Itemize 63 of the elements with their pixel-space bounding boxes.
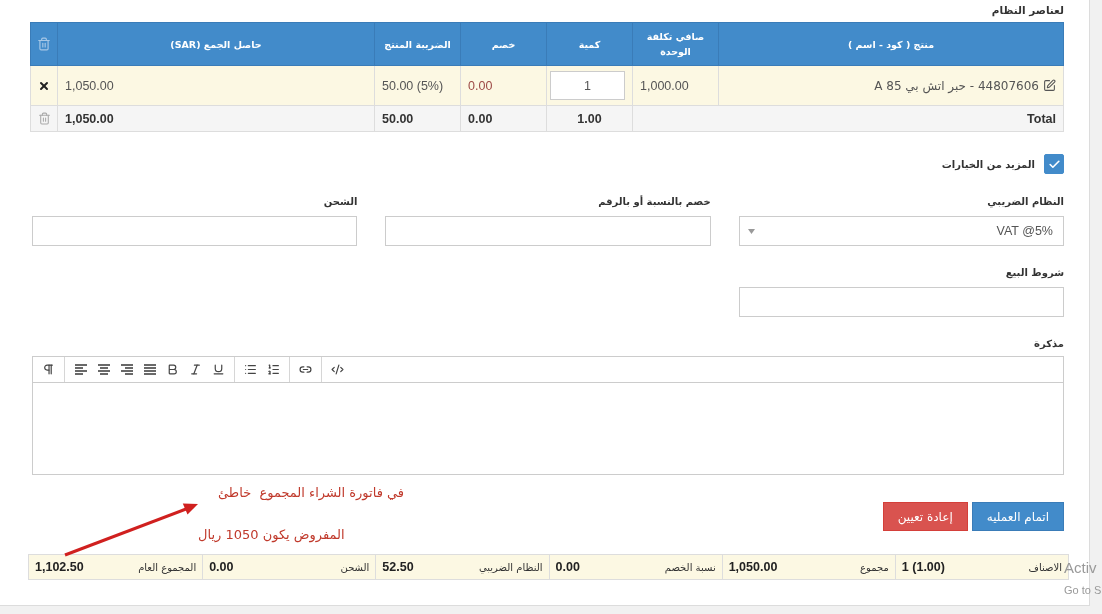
summary-label: نسبة الخصم bbox=[664, 561, 716, 573]
column-header: كمية bbox=[546, 22, 633, 66]
summary-label: المجموع العام bbox=[138, 561, 197, 573]
summary-value: 52.50 bbox=[382, 560, 414, 574]
column-header: الضريبة المنتج bbox=[374, 22, 461, 66]
numbered-list-icon bbox=[267, 363, 280, 376]
bullet-list-icon bbox=[244, 363, 257, 376]
submit-button[interactable]: اتمام العمليه bbox=[971, 502, 1064, 531]
bold-icon bbox=[166, 363, 179, 376]
underline-icon bbox=[212, 363, 225, 376]
align-justify-icon bbox=[142, 364, 157, 375]
field-label: الشحن bbox=[322, 195, 358, 209]
watermark-text: Activ bbox=[1064, 560, 1097, 577]
column-header: صافي تكلفة الوحدة bbox=[632, 22, 719, 66]
align-center-icon bbox=[96, 364, 111, 375]
paragraph-icon bbox=[42, 363, 55, 376]
annotation-text: في فاتورة الشراء المجموع خاطئ bbox=[218, 485, 405, 500]
field-label: النظام الضريبي bbox=[986, 195, 1064, 209]
annotation-text: المفروض يكون 1050 ريال bbox=[198, 527, 345, 542]
field-label: مذكرة bbox=[1033, 337, 1064, 351]
table-cell: 1,050.00 bbox=[57, 65, 375, 106]
table-cell: 50.00 (5%) bbox=[374, 65, 461, 106]
table-cell: 0.00 bbox=[460, 65, 547, 106]
reset-button[interactable]: إعادة تعيين bbox=[882, 502, 968, 531]
summary-value: 0.00 bbox=[209, 560, 234, 574]
summary-value: 1,102.50 bbox=[35, 560, 84, 574]
summary-label: مجموع bbox=[860, 561, 889, 573]
summary-value: 0.00 bbox=[555, 560, 580, 574]
field-label: شروط البيع bbox=[1004, 266, 1064, 280]
table-cell: 0.00 bbox=[460, 105, 547, 132]
edit-icon[interactable] bbox=[1043, 79, 1056, 92]
checkbox-label: المزيد من الخيارات bbox=[941, 158, 1035, 170]
select-field[interactable]: VAT @5% bbox=[738, 216, 1064, 246]
link-icon bbox=[299, 363, 312, 376]
summary-label: الشحن bbox=[340, 561, 370, 573]
section-title: لعناصر النظام bbox=[990, 3, 1064, 18]
table-cell: 1,000.00 bbox=[632, 65, 719, 106]
input-field[interactable] bbox=[32, 216, 358, 246]
italic-icon bbox=[189, 363, 202, 376]
quantity-input[interactable]: 1 bbox=[550, 71, 625, 100]
align-left-icon bbox=[73, 364, 88, 375]
table-cell: 1,050.00 bbox=[57, 105, 375, 132]
summary-value: 1,050.00 bbox=[728, 560, 778, 574]
summary-label: النظام الضريبي bbox=[478, 561, 543, 573]
caret-icon bbox=[747, 228, 755, 234]
code-icon bbox=[331, 363, 344, 376]
column-header: منتج ( كود - اسم ) bbox=[718, 22, 1064, 66]
input-field[interactable] bbox=[738, 287, 1064, 317]
table-cell: Total bbox=[632, 105, 1064, 132]
input-field[interactable] bbox=[385, 216, 711, 246]
table-cell: 1.00 bbox=[546, 105, 633, 132]
align-right-icon bbox=[119, 364, 134, 375]
summary-label: الاصناف bbox=[1028, 561, 1062, 573]
product-name: 44807606 - حبر اتش بي 85 A bbox=[874, 77, 1039, 94]
column-header: حاصل الجمع (SAR) bbox=[57, 22, 375, 66]
watermark-text: Go to S bbox=[1064, 584, 1102, 597]
close-icon[interactable] bbox=[38, 79, 50, 92]
check-icon bbox=[1047, 157, 1061, 171]
field-label: خصم بالنسبة أو بالرقم bbox=[597, 195, 711, 209]
checkbox[interactable] bbox=[1044, 154, 1064, 174]
table-cell: 50.00 bbox=[374, 105, 461, 132]
summary-value: 1 (1.00) bbox=[901, 560, 945, 574]
column-header: خصم bbox=[460, 22, 547, 66]
